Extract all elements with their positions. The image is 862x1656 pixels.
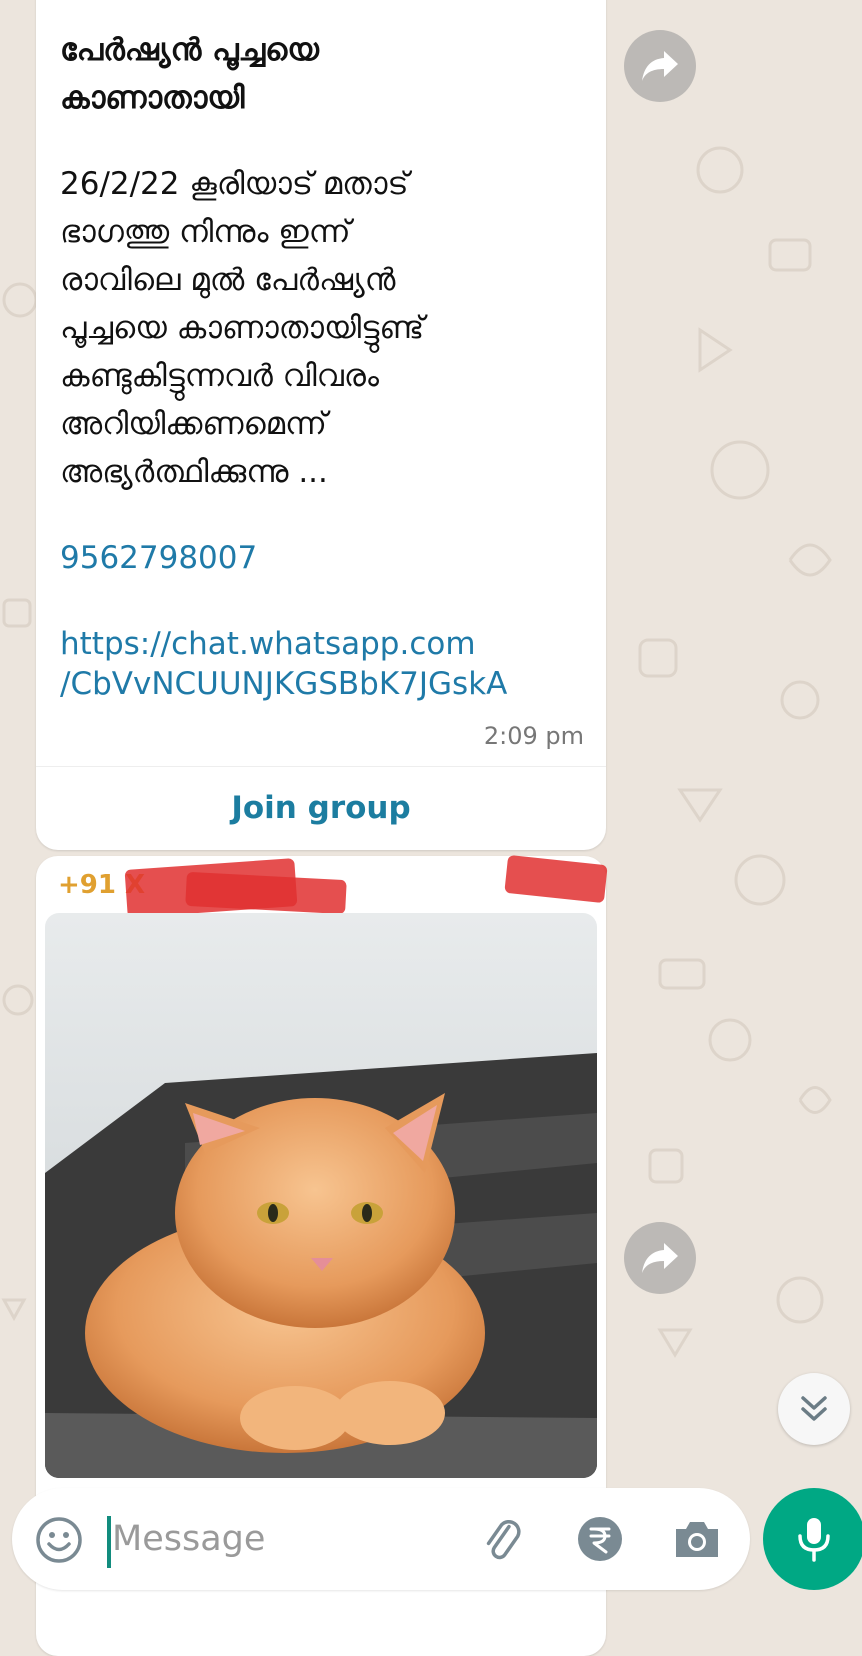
mic-icon — [798, 1518, 830, 1562]
voice-message-button[interactable] — [763, 1488, 862, 1590]
phone-number-link[interactable]: 9562798007 — [60, 538, 257, 578]
payment-button[interactable] — [573, 1512, 627, 1566]
message-composer — [12, 1488, 750, 1590]
forward-button[interactable] — [624, 30, 696, 102]
forward-icon — [642, 1243, 678, 1273]
attach-button[interactable] — [475, 1512, 529, 1566]
scroll-to-bottom-button[interactable] — [778, 1373, 850, 1445]
group-invite-message[interactable]: പേർഷ്യൻ പൂച്ചയെ കാണാതായി 26/2/22 കൂരിയാട… — [36, 0, 606, 850]
group-invite-link[interactable]: https://chat.whatsapp.com /CbVvNCUUNJKGS… — [60, 624, 600, 704]
redaction-mark — [504, 854, 608, 904]
text-cursor — [107, 1516, 111, 1568]
forward-button[interactable] — [624, 1222, 696, 1294]
camera-icon — [676, 1522, 718, 1557]
emoji-icon — [36, 1517, 82, 1563]
message-timestamp: 2:09 pm — [483, 722, 584, 750]
cat-photo[interactable] — [45, 913, 597, 1478]
forward-icon — [642, 51, 678, 81]
post-body: 26/2/22 കൂരിയാട് മതാട് ഭാഗത്തു നിന്നും ഇ… — [60, 166, 425, 490]
join-group-button[interactable]: Join group — [36, 766, 606, 850]
rupee-icon — [578, 1517, 622, 1561]
double-chevron-down-icon — [801, 1396, 827, 1421]
emoji-button[interactable] — [34, 1515, 84, 1565]
message-input[interactable] — [112, 1508, 452, 1570]
camera-button[interactable] — [670, 1512, 724, 1566]
paperclip-icon — [486, 1519, 521, 1560]
post-title: പേർഷ്യൻ പൂച്ചയെ കാണാതായി — [60, 32, 319, 116]
